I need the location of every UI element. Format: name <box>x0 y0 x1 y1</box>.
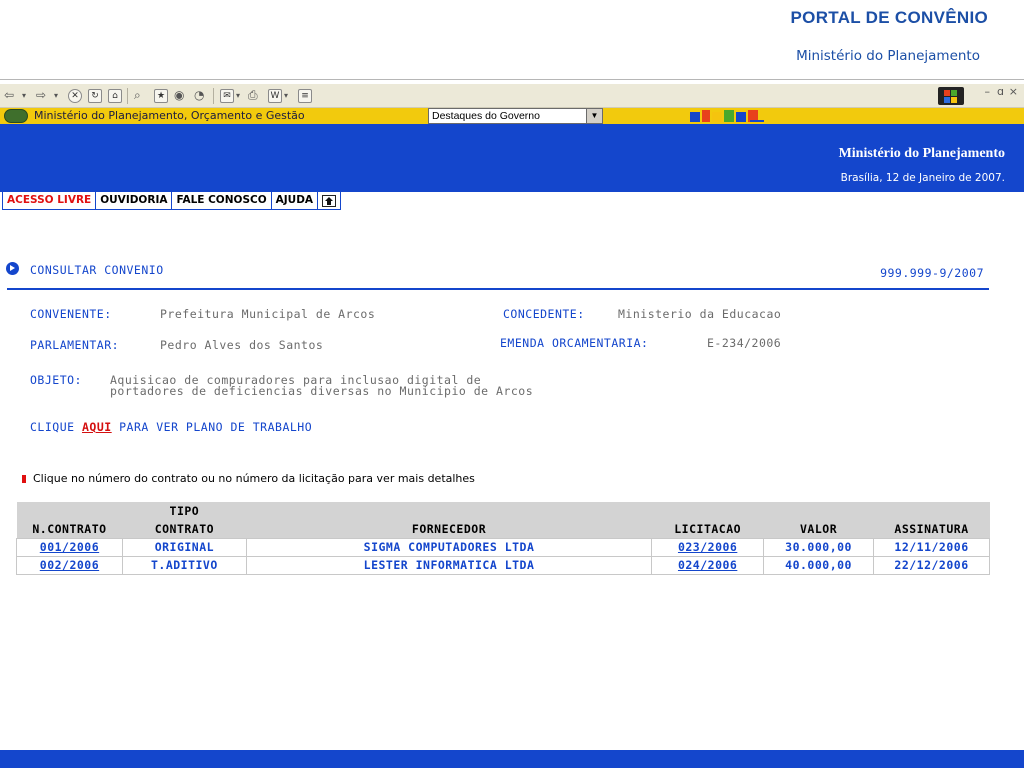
edit-dropdown-icon[interactable]: ▾ <box>284 87 288 104</box>
process-number: 999.999-9/2007 <box>880 266 984 280</box>
header-assinatura: ASSINATURA <box>873 520 990 538</box>
bidding-number-link[interactable]: 024/2006 <box>678 558 737 572</box>
arrow-right-icon <box>6 262 19 275</box>
discuss-icon[interactable]: ≡ <box>298 89 312 103</box>
history-icon[interactable]: ◔ <box>194 87 204 104</box>
plan-link-suffix: PARA VER PLANO DE TRABALHO <box>119 420 313 434</box>
mail-dropdown-icon[interactable]: ▾ <box>236 87 240 104</box>
chevron-down-icon[interactable]: ▼ <box>586 109 602 123</box>
address-text[interactable]: Ministério do Planejamento, Orçamento e … <box>34 109 305 122</box>
tab-home[interactable] <box>318 192 341 209</box>
windows-logo-icon <box>938 87 964 105</box>
parlamentar-label: PARLAMENTAR: <box>30 338 120 352</box>
bidding-number-link[interactable]: 023/2006 <box>678 540 737 554</box>
minimize-icon[interactable]: – <box>985 85 991 98</box>
header-empty <box>651 502 764 520</box>
convenente-value: Prefeitura Municipal de Arcos <box>160 307 376 321</box>
header-valor: VALOR <box>763 520 874 538</box>
header-contrato: CONTRATO <box>122 520 247 538</box>
globe-icon <box>4 109 28 123</box>
objeto-label: OBJETO: <box>30 373 82 387</box>
stop-icon[interactable]: ✕ <box>68 89 82 103</box>
banner-date: Brasília, 12 de Janeiro de 2007. <box>840 172 1005 184</box>
contract-number-link[interactable]: 002/2006 <box>40 558 99 572</box>
tab-fale-conosco[interactable]: FALE CONOSCO <box>172 192 272 209</box>
gov-highlights-select[interactable]: Destaques do Governo ▼ <box>428 108 603 124</box>
signature-date-cell: 22/12/2006 <box>873 555 990 575</box>
emenda-label: EMENDA ORCAMENTARIA: <box>500 336 649 350</box>
table-row: 002/2006 T.ADITIVO LESTER INFORMATICA LT… <box>16 555 990 575</box>
parlamentar-value: Pedro Alves dos Santos <box>160 338 324 352</box>
back-dropdown-icon[interactable]: ▾ <box>22 87 26 104</box>
header-tipo-top: TIPO <box>122 502 247 520</box>
print-icon[interactable]: ⎙ <box>248 87 258 104</box>
header-divider <box>0 79 1024 80</box>
table-hint: Clique no número do contrato ou no númer… <box>33 472 475 485</box>
contract-number-link[interactable]: 001/2006 <box>40 540 99 554</box>
toolbar-separator <box>213 88 214 104</box>
header-empty <box>16 502 123 520</box>
favorites-icon[interactable]: ★ <box>154 89 168 103</box>
footer-bar <box>0 750 1024 768</box>
bidding-cell: 024/2006 <box>651 555 765 575</box>
concedente-value: Ministerio da Educacao <box>618 307 782 321</box>
value-cell: 40.000,00 <box>763 555 875 575</box>
objeto-line-2: portadores de deficiencias diversas no M… <box>110 384 534 398</box>
convenente-label: CONVENENTE: <box>30 307 112 321</box>
header-fornecedor: FORNECEDOR <box>246 520 652 538</box>
page-banner: Ministério do Planejamento Brasília, 12 … <box>0 124 1024 192</box>
header-n-contrato: N.CONTRATO <box>16 520 123 538</box>
close-icon[interactable]: × <box>1009 85 1018 98</box>
section-divider <box>7 288 989 290</box>
plan-link-row: CLIQUE AQUI PARA VER PLANO DE TRABALHO <box>30 420 312 434</box>
bidding-cell: 023/2006 <box>651 537 765 557</box>
main-nav: ACESSO LIVRE OUVIDORIA FALE CONOSCO AJUD… <box>2 192 342 210</box>
banner-title: Ministério do Planejamento <box>838 146 1005 161</box>
plan-link[interactable]: AQUI <box>82 420 112 434</box>
header-licitacao: LICITACAO <box>651 520 764 538</box>
restore-icon[interactable]: ɑ <box>997 85 1004 98</box>
signature-date-cell: 12/11/2006 <box>873 537 990 557</box>
header-empty <box>763 502 874 520</box>
tab-acesso-livre[interactable]: ACESSO LIVRE <box>3 192 97 209</box>
back-arrow-icon[interactable]: ⇦ <box>4 87 14 104</box>
concedente-label: CONCEDENTE: <box>503 307 585 321</box>
media-icon[interactable]: ◉ <box>174 87 184 104</box>
edit-icon[interactable]: W <box>268 89 282 103</box>
contracts-table: TIPO N.CONTRATO CONTRATO FORNECEDOR LICI… <box>16 502 990 575</box>
plan-link-prefix: CLIQUE <box>30 420 75 434</box>
contract-number-cell: 002/2006 <box>16 555 123 575</box>
browser-toolbar: ⇦ ▾ ⇨ ▾ ✕ ↻ ⌂ ⌕ ★ ◉ ◔ ✉ ▾ ⎙ W ▾ ≡ <box>0 84 1024 108</box>
header-empty <box>246 502 652 520</box>
mail-icon[interactable]: ✉ <box>220 89 234 103</box>
toolbar-separator <box>127 88 128 104</box>
note-bullet-icon <box>22 475 26 483</box>
supplier-cell: SIGMA COMPUTADORES LTDA <box>245 537 653 557</box>
home-browser-icon[interactable]: ⌂ <box>108 89 122 103</box>
table-header-row-top: TIPO <box>16 502 990 520</box>
emenda-value: E-234/2006 <box>707 336 782 350</box>
gov-select-value: Destaques do Governo <box>432 110 540 122</box>
value-cell: 30.000,00 <box>763 537 875 557</box>
table-row: 001/2006 ORIGINAL SIGMA COMPUTADORES LTD… <box>16 537 990 557</box>
tab-ouvidoria[interactable]: OUVIDORIA <box>96 192 173 209</box>
supplier-cell: LESTER INFORMATICA LTDA <box>245 555 653 575</box>
contract-number-cell: 001/2006 <box>16 537 123 557</box>
home-icon <box>322 194 337 207</box>
refresh-icon[interactable]: ↻ <box>88 89 102 103</box>
contract-type-cell: ORIGINAL <box>121 537 247 557</box>
contract-type-cell: T.ADITIVO <box>121 555 247 575</box>
portal-title: PORTAL DE CONVÊNIO <box>790 8 988 27</box>
header-empty <box>873 502 990 520</box>
tab-ajuda[interactable]: AJUDA <box>271 192 319 209</box>
table-header-row: N.CONTRATO CONTRATO FORNECEDOR LICITACAO… <box>16 520 990 538</box>
section-title: CONSULTAR CONVENIO <box>30 263 164 277</box>
forward-arrow-icon[interactable]: ⇨ <box>36 87 46 104</box>
brasil-logo-icon <box>690 110 764 122</box>
portal-subtitle: Ministério do Planejamento <box>796 48 980 64</box>
forward-dropdown-icon[interactable]: ▾ <box>54 87 58 104</box>
search-icon[interactable]: ⌕ <box>134 87 141 104</box>
